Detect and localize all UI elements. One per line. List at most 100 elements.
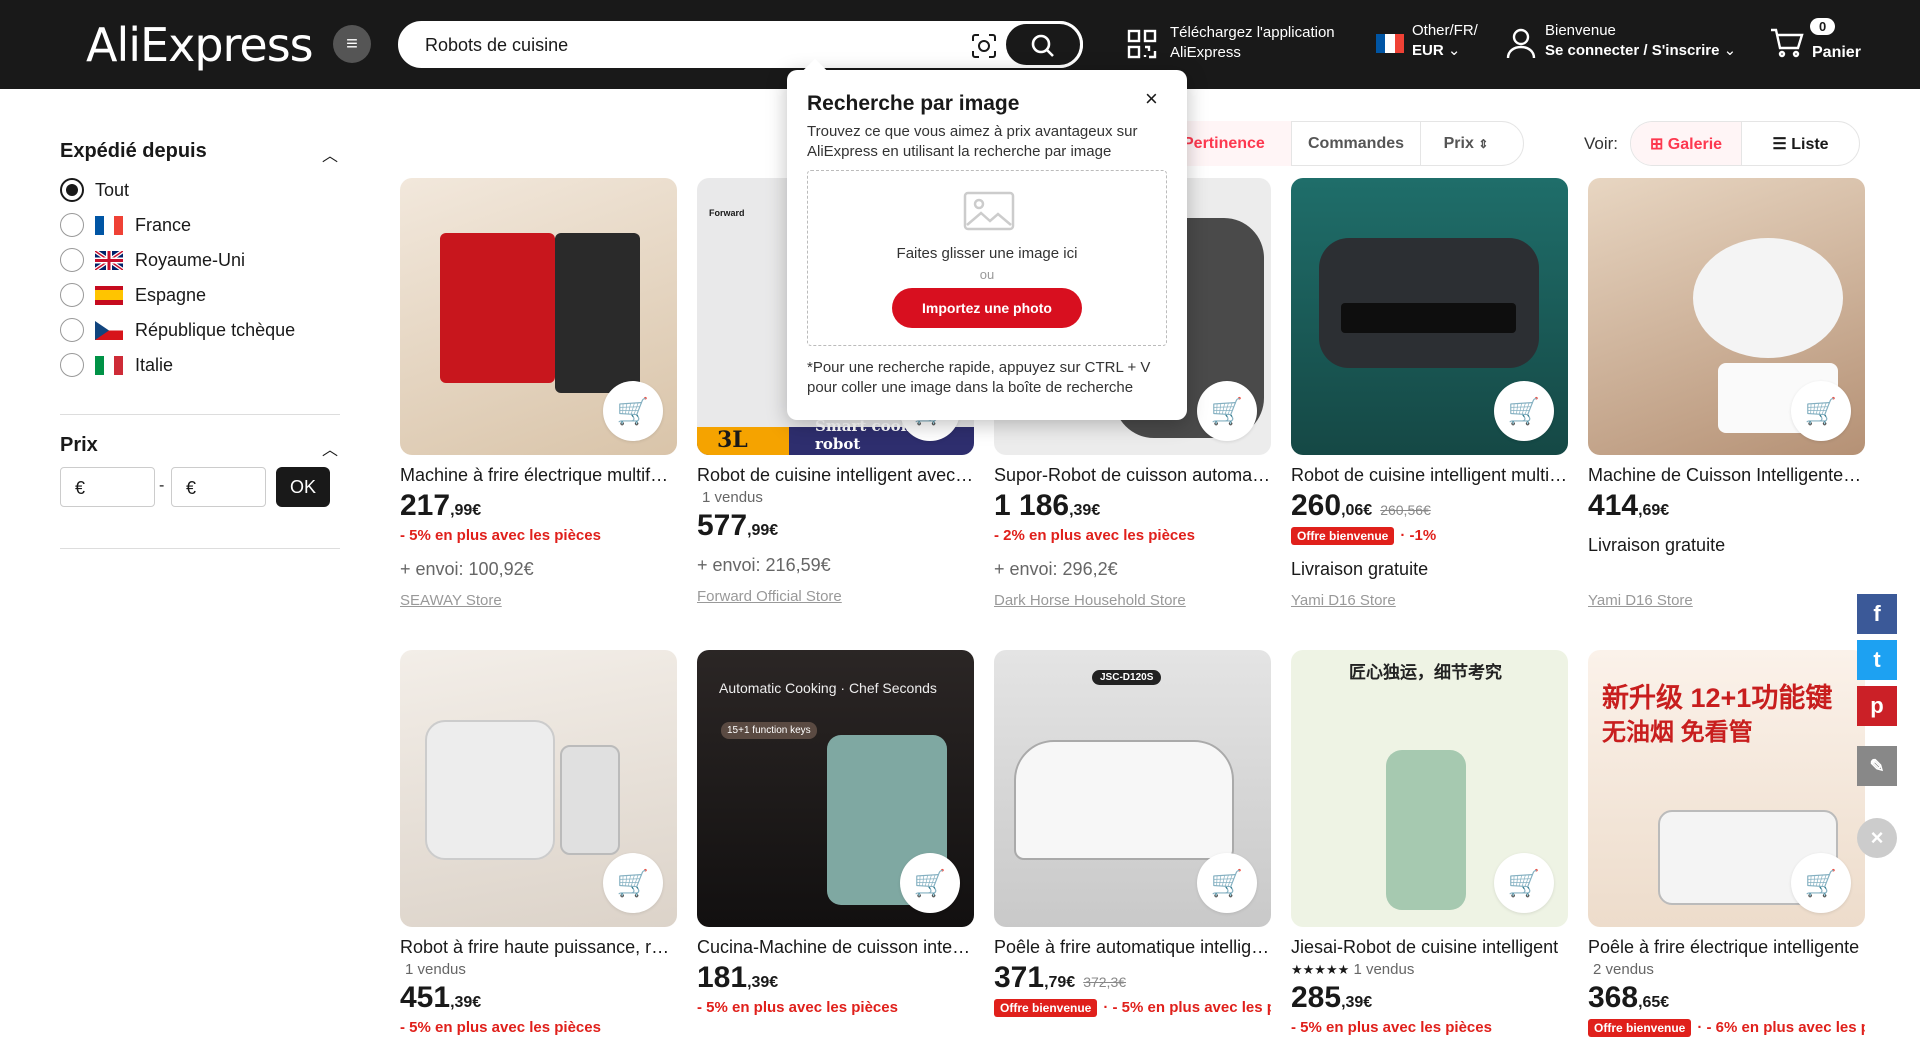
- signin-link[interactable]: Se connecter / S'inscrire: [1545, 42, 1719, 59]
- product-image[interactable]: Automatic Cooking · Chef Seconds 15+1 fu…: [697, 650, 974, 927]
- product-title[interactable]: Robot de cuisine intelligent multifoncti…: [1291, 465, 1568, 489]
- product-image[interactable]: 🛒: [1588, 178, 1865, 455]
- list-icon: ☰: [1772, 136, 1787, 153]
- close-icon[interactable]: ×: [1145, 86, 1158, 112]
- product-card[interactable]: 🛒 Machine de Cuisson Intelligente automa…: [1588, 178, 1865, 609]
- product-image[interactable]: 新升级 12+1功能键 无油烟 免看管 🛒: [1588, 650, 1865, 927]
- sort-orders[interactable]: Commandes: [1291, 121, 1421, 166]
- store-link[interactable]: Dark Horse Household Store: [994, 592, 1271, 609]
- product-title[interactable]: Jiesai-Robot de cuisine intelligent: [1291, 937, 1568, 961]
- product-title[interactable]: Poêle à frire automatique intelligente: [994, 937, 1271, 961]
- cart-label[interactable]: Panier: [1812, 43, 1861, 63]
- price-integer: 451: [400, 981, 451, 1014]
- gallery-view-button[interactable]: ⊞ Galerie: [1631, 122, 1741, 165]
- image-dropzone[interactable]: Faites glisser une image ici ou Importez…: [807, 170, 1167, 346]
- close-share-button[interactable]: ×: [1857, 818, 1897, 858]
- cooker-shape: [1014, 740, 1234, 860]
- add-to-cart-button[interactable]: 🛒: [1791, 381, 1851, 441]
- add-to-cart-button[interactable]: 🛒: [1494, 853, 1554, 913]
- sort-arrows-icon: ⇕: [1478, 136, 1489, 151]
- min-price-input[interactable]: €: [60, 467, 155, 507]
- price-decimal: ,06€: [1341, 502, 1373, 519]
- product-image[interactable]: 🛒: [1291, 178, 1568, 455]
- radio-option-italy[interactable]: Italie: [60, 353, 173, 377]
- menu-button[interactable]: ≡: [333, 25, 371, 63]
- product-card[interactable]: 🛒 Robot à frire haute puissance, robot 1…: [400, 650, 677, 1041]
- product-card[interactable]: Automatic Cooking · Chef Seconds 15+1 fu…: [697, 650, 974, 1021]
- upload-photo-button[interactable]: Importez une photo: [892, 288, 1082, 328]
- aliexpress-logo[interactable]: AliExpress: [86, 18, 314, 72]
- cart-count-badge: 0: [1810, 18, 1836, 35]
- price-ok-button[interactable]: OK: [276, 467, 330, 507]
- sort-price[interactable]: Prix ⇕: [1421, 135, 1511, 153]
- image-placeholder-icon: [963, 191, 1015, 231]
- radio-label: France: [135, 214, 192, 235]
- product-card[interactable]: JSC-D120S 🛒 Poêle à frire automatique in…: [994, 650, 1271, 1021]
- capacity-label: 3L: [697, 427, 789, 455]
- radio-option-spain[interactable]: Espagne: [60, 283, 206, 307]
- radio-button[interactable]: [60, 353, 84, 377]
- store-link[interactable]: Yami D16 Store: [1588, 592, 1865, 609]
- cart-icon[interactable]: [1770, 28, 1804, 58]
- store-link[interactable]: SEAWAY Store: [400, 592, 677, 609]
- pencil-icon: ✎: [1869, 755, 1885, 776]
- product-image[interactable]: JSC-D120S 🛒: [994, 650, 1271, 927]
- region-selector[interactable]: Other/FR/ EUR ⌄: [1412, 21, 1478, 61]
- add-to-cart-button[interactable]: 🛒: [900, 853, 960, 913]
- region-text: Other/FR/: [1412, 22, 1478, 39]
- product-title[interactable]: Poêle à frire électrique intelligente: [1588, 937, 1865, 961]
- product-title[interactable]: Robot à frire haute puissance, robot: [400, 937, 677, 961]
- camera-search-icon[interactable]: [971, 33, 997, 59]
- price-integer: 181: [697, 961, 748, 994]
- product-title[interactable]: Supor-Robot de cuisson automatique: [994, 465, 1271, 489]
- radio-button[interactable]: [60, 318, 84, 342]
- pinterest-share-button[interactable]: p: [1857, 686, 1897, 726]
- store-link[interactable]: Forward Official Store: [697, 588, 974, 605]
- product-price: 414,69€: [1588, 489, 1865, 525]
- user-icon[interactable]: [1506, 27, 1536, 59]
- promo-text: - 5% en plus avec les pièces: [400, 527, 601, 544]
- qr-code-icon[interactable]: [1127, 29, 1157, 59]
- product-title[interactable]: Machine de Cuisson Intelligente automati…: [1588, 465, 1865, 489]
- chevron-up-icon[interactable]: ︿: [322, 142, 338, 166]
- add-to-cart-button[interactable]: 🛒: [1197, 853, 1257, 913]
- radio-button[interactable]: [60, 248, 84, 272]
- product-card[interactable]: 🛒 Machine à frire électrique multifoncti…: [400, 178, 677, 609]
- radio-button[interactable]: [60, 213, 84, 237]
- product-title[interactable]: Cucina-Machine de cuisson intelligente: [697, 937, 974, 961]
- list-view-button[interactable]: ☰ Liste: [1741, 122, 1859, 165]
- product-title[interactable]: Robot de cuisine intelligent avec cuve: [697, 465, 974, 489]
- add-to-cart-button[interactable]: 🛒: [603, 381, 663, 441]
- edit-share-button[interactable]: ✎: [1857, 746, 1897, 786]
- radio-option-czech[interactable]: République tchèque: [60, 318, 295, 342]
- radio-option-uk[interactable]: Royaume-Uni: [60, 248, 245, 272]
- product-card[interactable]: 🛒 Robot de cuisine intelligent multifonc…: [1291, 178, 1568, 609]
- radio-option-france[interactable]: France: [60, 213, 191, 237]
- add-to-cart-button[interactable]: 🛒: [603, 853, 663, 913]
- promo-text: · -1%: [1400, 527, 1437, 544]
- product-card[interactable]: 匠心独运，细节考究 🛒 Jiesai-Robot de cuisine inte…: [1291, 650, 1568, 1041]
- search-button[interactable]: [1003, 21, 1083, 68]
- account-menu[interactable]: Bienvenue Se connecter / S'inscrire ⌄: [1545, 21, 1736, 61]
- store-link[interactable]: Yami D16 Store: [1291, 592, 1568, 609]
- twitter-share-button[interactable]: t: [1857, 640, 1897, 680]
- download-app-link[interactable]: Téléchargez l'application AliExpress: [1170, 23, 1335, 63]
- add-to-cart-button[interactable]: 🛒: [1791, 853, 1851, 913]
- product-image[interactable]: 匠心独运，细节考究 🛒: [1291, 650, 1568, 927]
- product-card[interactable]: 新升级 12+1功能键 无油烟 免看管 🛒 Poêle à frire élec…: [1588, 650, 1865, 1041]
- dropzone-or: ou: [979, 267, 995, 282]
- product-image[interactable]: 🛒: [400, 178, 677, 455]
- add-to-cart-button[interactable]: 🛒: [1197, 381, 1257, 441]
- product-image[interactable]: 🛒: [400, 650, 677, 927]
- facebook-share-button[interactable]: f: [1857, 594, 1897, 634]
- product-title[interactable]: Machine à frire électrique multifonction: [400, 465, 677, 489]
- chevron-up-icon[interactable]: ︿: [322, 436, 338, 460]
- promo-text: - 5% en plus avec les pièces: [1291, 1019, 1492, 1036]
- max-price-input[interactable]: €: [171, 467, 266, 507]
- add-to-cart-button[interactable]: 🛒: [1494, 381, 1554, 441]
- radio-button[interactable]: [60, 178, 84, 202]
- search-input[interactable]: [425, 35, 945, 56]
- radio-label: Tout: [95, 179, 130, 200]
- radio-option-all[interactable]: Tout: [60, 178, 129, 202]
- radio-button[interactable]: [60, 283, 84, 307]
